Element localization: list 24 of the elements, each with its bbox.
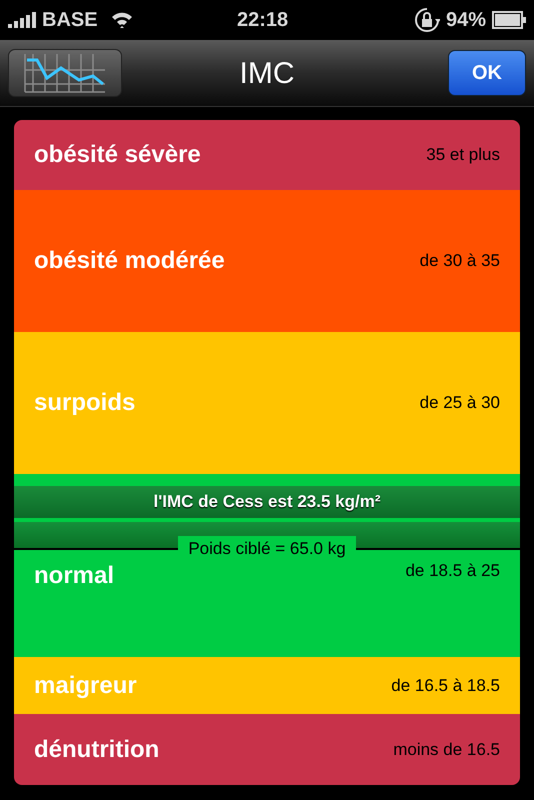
range-label: maigreur	[34, 670, 137, 700]
battery-percent: 94%	[446, 8, 486, 33]
ok-button[interactable]: OK	[448, 50, 526, 96]
result-banner: l'IMC de Cess est 23.5 kg/m²	[14, 486, 520, 518]
rotation-lock-icon	[414, 7, 440, 33]
range-label: obésité sévère	[34, 140, 201, 170]
wifi-icon	[110, 11, 134, 29]
range-values: de 30 à 35	[420, 250, 500, 272]
range-values: de 18.5 à 25	[405, 560, 500, 582]
range-label: dénutrition	[34, 734, 160, 764]
chart-button[interactable]	[8, 49, 122, 97]
range-values: 35 et plus	[426, 144, 500, 166]
range-values: de 16.5 à 18.5	[391, 674, 500, 697]
clock-time: 22:18	[237, 8, 288, 33]
battery-icon	[492, 11, 526, 29]
screen-title: IMC	[240, 56, 294, 92]
signal-icon	[8, 12, 38, 28]
carrier-name: BASE	[42, 8, 98, 33]
range-label: normal	[34, 561, 114, 591]
line-chart-icon	[23, 52, 107, 94]
range-label: surpoids	[34, 388, 136, 418]
range-values: moins de 16.5	[393, 738, 500, 761]
range-values: de 25 à 30	[420, 392, 500, 414]
range-label: obésité modérée	[34, 246, 225, 276]
